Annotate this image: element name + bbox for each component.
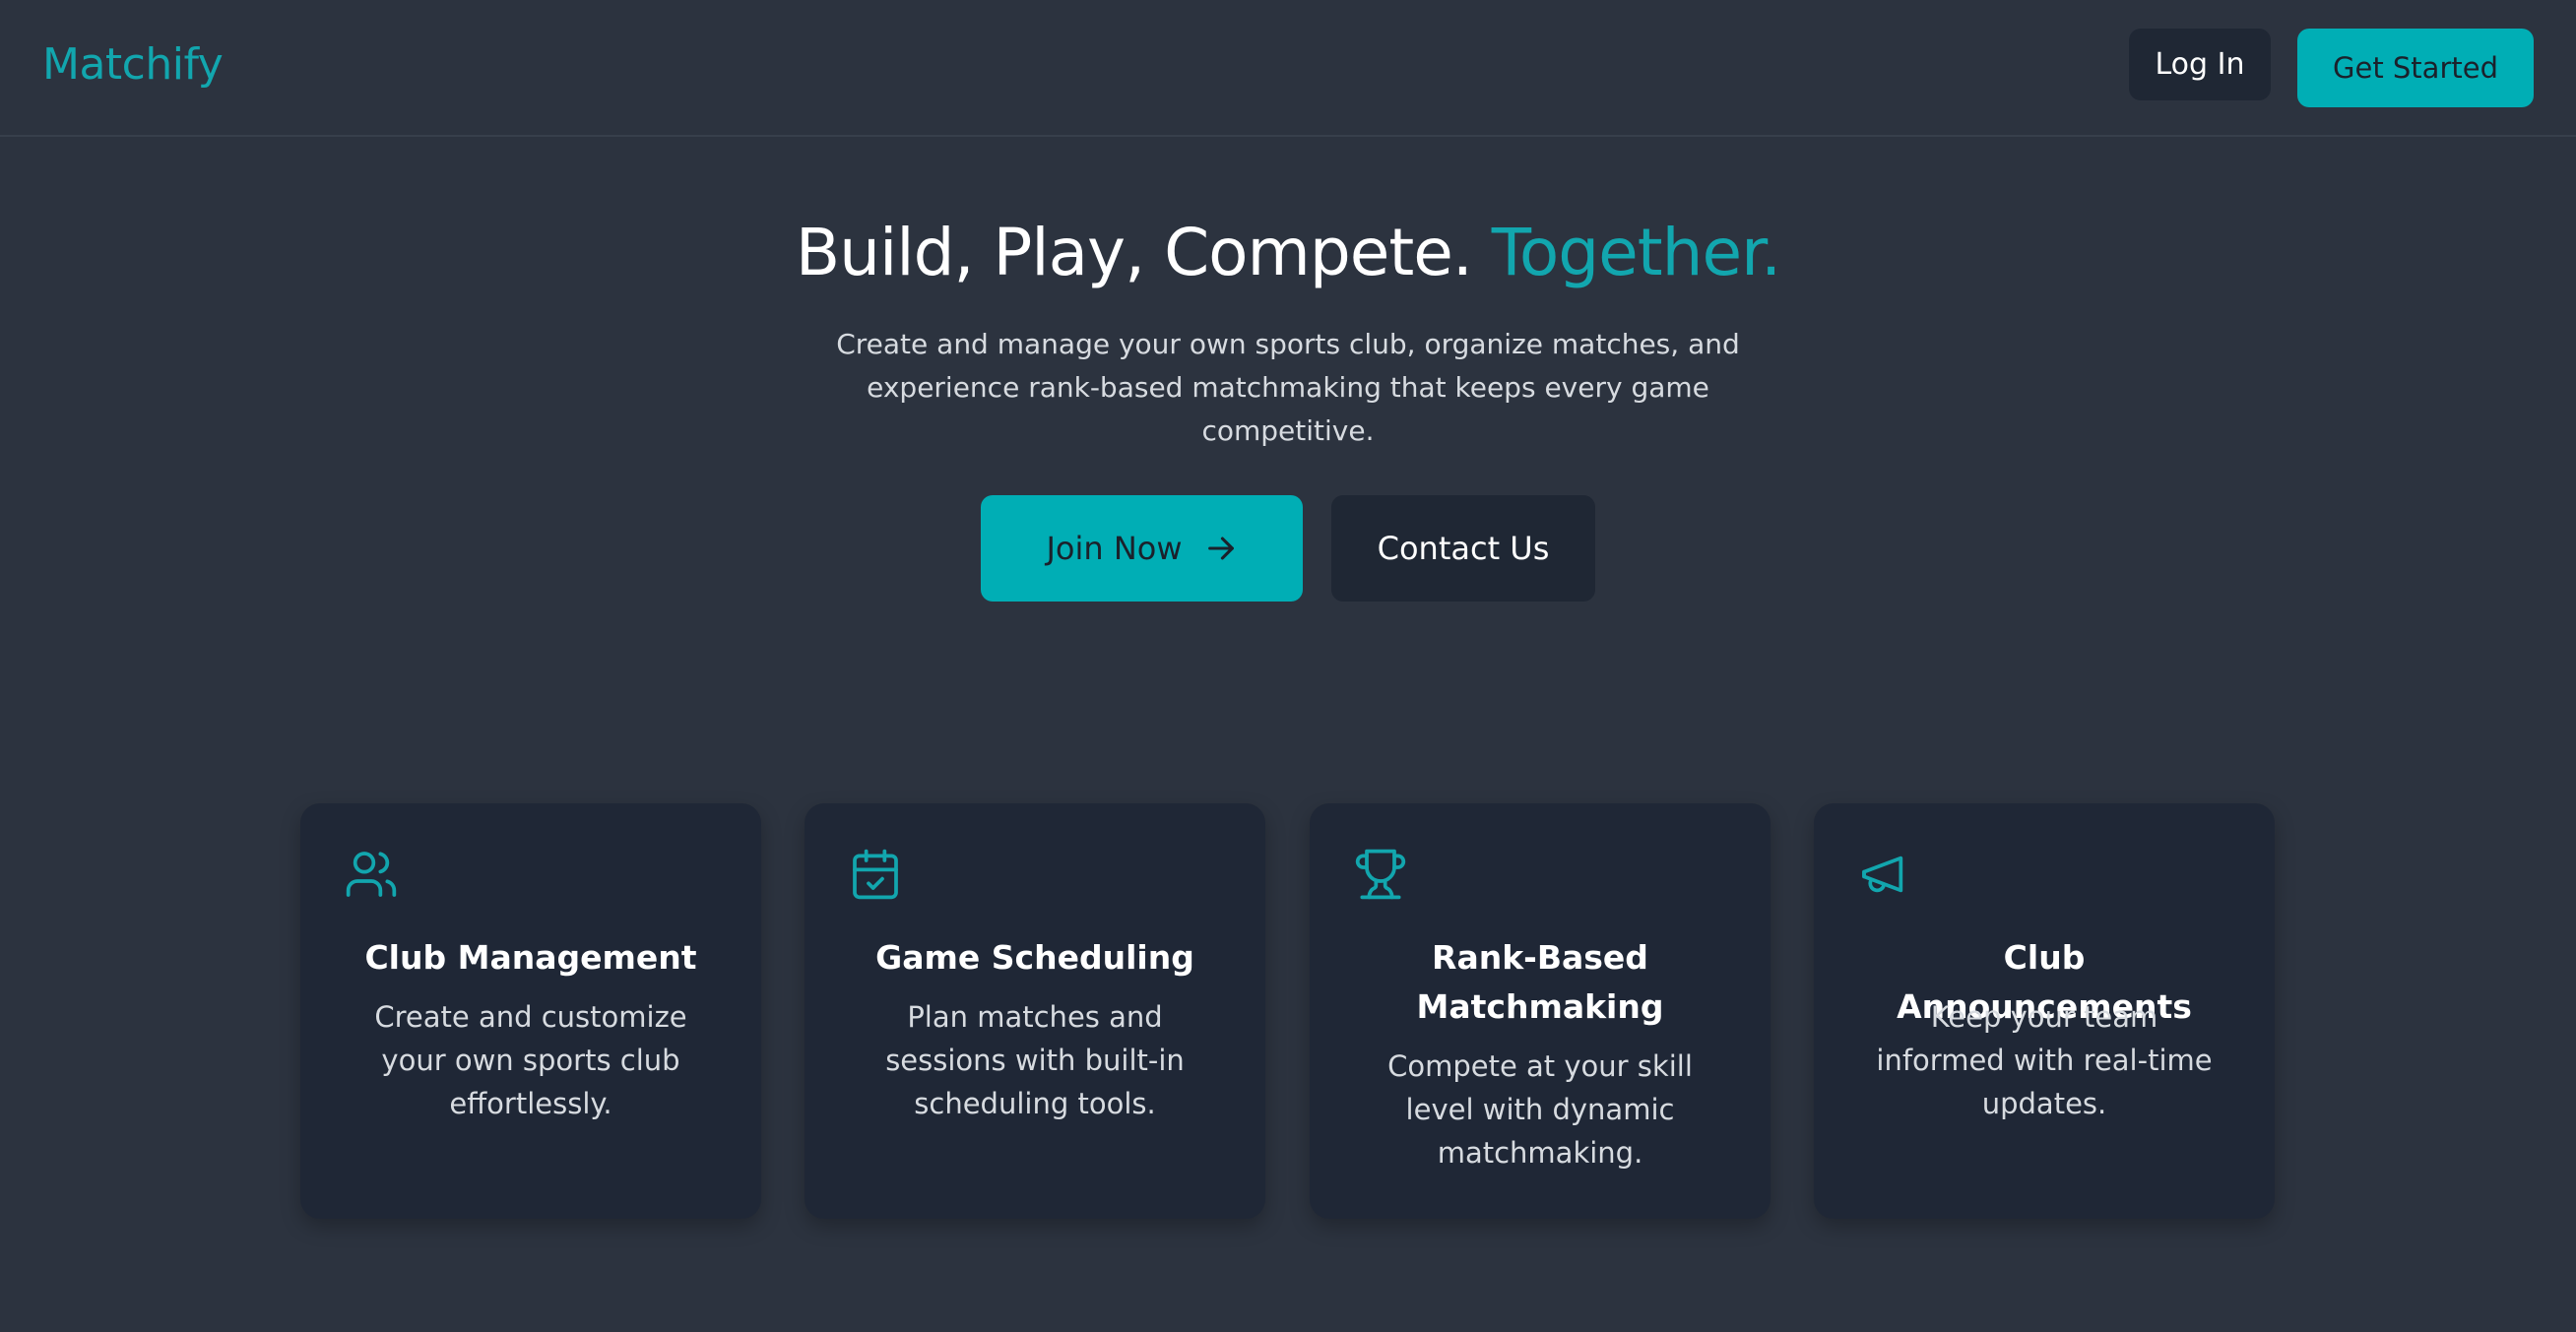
logo[interactable]: Matchify xyxy=(42,39,224,90)
hero-title: Build, Play, Compete. Together. xyxy=(0,215,2576,290)
feature-title: Game Scheduling xyxy=(875,938,1194,977)
calendar-check-icon xyxy=(853,849,898,900)
top-navbar: Matchify Log In Get Started xyxy=(0,0,2576,137)
megaphone-icon xyxy=(1862,856,1903,893)
feature-description: Compete at your skill level with dynamic… xyxy=(1387,1049,1693,1170)
feature-description: Create and customize your own sports clu… xyxy=(374,1000,687,1120)
feature-card-club-announcements: Club Announcements Keep your team inform… xyxy=(1814,803,2275,1219)
join-now-label: Join Now xyxy=(1046,530,1183,567)
contact-us-button[interactable]: Contact Us xyxy=(1331,495,1595,602)
hero-title-main: Build, Play, Compete. xyxy=(795,215,1473,290)
trophy-icon xyxy=(1355,849,1406,900)
feature-description: Plan matches and sessions with built-in … xyxy=(885,1000,1185,1120)
feature-card-game-scheduling: Game Scheduling Plan matches and session… xyxy=(805,803,1265,1219)
hero-title-accent: Together. xyxy=(1491,215,1781,290)
feature-title: Rank-Based Matchmaking xyxy=(1416,938,1664,1026)
feature-card-rank-matchmaking: Rank-Based Matchmaking Compete at your s… xyxy=(1310,803,1771,1219)
join-now-button[interactable]: Join Now xyxy=(981,495,1303,602)
feature-title: Club Management xyxy=(364,938,697,977)
feature-description: Keep your team informed with real-time u… xyxy=(1876,1000,2213,1120)
hero-subtitle: Create and manage your own sports club, … xyxy=(836,328,1740,447)
login-button[interactable]: Log In xyxy=(2129,29,2271,100)
feature-card-club-management: Club Management Create and customize you… xyxy=(300,803,761,1219)
arrow-right-icon xyxy=(1207,537,1234,560)
users-icon xyxy=(346,852,397,897)
get-started-button[interactable]: Get Started xyxy=(2297,29,2534,107)
